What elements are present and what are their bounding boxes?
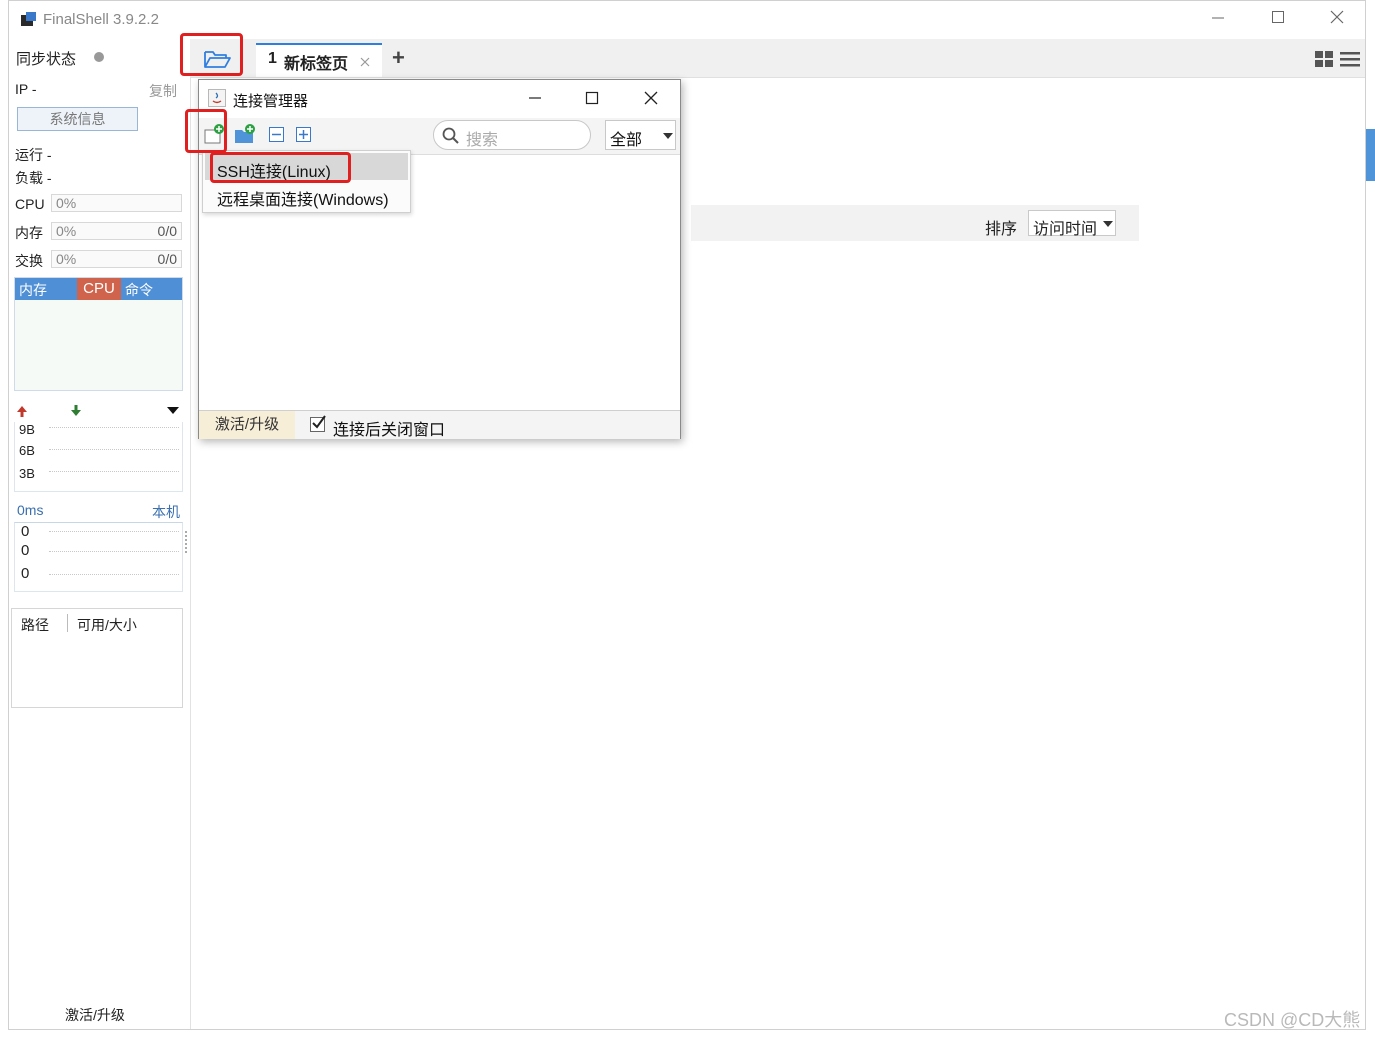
- network-chart: [14, 422, 183, 492]
- dialog-footer: 激活/升级 连接后关闭窗口: [199, 410, 680, 439]
- ip-label: IP -: [15, 81, 37, 97]
- tab-process-cpu[interactable]: CPU: [77, 278, 121, 300]
- network-tick-label: 6B: [19, 443, 35, 458]
- network-tick-label: 3B: [19, 466, 35, 481]
- app-logo-icon: [21, 12, 36, 26]
- java-app-icon: [208, 89, 226, 107]
- chevron-down-icon: [663, 133, 673, 139]
- ping-latency: 0ms: [17, 502, 44, 518]
- tab-process-memory[interactable]: 内存: [19, 280, 47, 300]
- gridline: [49, 449, 179, 450]
- network-interface-dropdown-icon[interactable]: [166, 405, 180, 415]
- sort-label: 排序: [985, 221, 1018, 238]
- upload-arrow-icon: [17, 406, 27, 417]
- tab-new-tab[interactable]: 1 新标签页: [256, 43, 382, 77]
- menu-icon[interactable]: [1340, 51, 1360, 67]
- disk-column-size[interactable]: 可用/大小: [77, 615, 137, 635]
- gridline: [49, 531, 179, 532]
- search-icon: [442, 127, 459, 144]
- disk-table: 路径 可用/大小: [11, 608, 183, 708]
- memory-meter-label: 内存: [15, 225, 43, 241]
- swap-meter-usage: 0/0: [157, 251, 177, 267]
- app-title: FinalShell 3.9.2.2: [43, 11, 159, 28]
- ping-chart: [14, 522, 183, 592]
- dialog-minimize-icon[interactable]: [528, 92, 542, 106]
- add-tab-button[interactable]: +: [392, 45, 405, 71]
- panel-resize-handle[interactable]: [185, 531, 189, 553]
- tab-bar: 1 新标签页 +: [190, 39, 1365, 78]
- ping-value: 0: [21, 565, 30, 582]
- new-folder-icon[interactable]: [233, 123, 257, 145]
- connection-manager-dialog: 连接管理器 搜索 全部 SSH连接(Linux) 远程桌面连接(Windows)…: [198, 79, 681, 439]
- column-divider: [67, 614, 68, 632]
- layout-grid-icon[interactable]: [1315, 51, 1333, 67]
- ping-host-link[interactable]: 本机: [152, 502, 180, 522]
- sync-status-label: 同步状态: [16, 51, 77, 68]
- dialog-activate-upgrade-button[interactable]: 激活/升级: [199, 411, 295, 439]
- memory-meter-usage: 0/0: [157, 223, 177, 239]
- gridline: [49, 551, 179, 552]
- gridline: [49, 471, 179, 472]
- sync-status-dot-icon: [94, 52, 104, 62]
- cpu-meter-label: CPU: [15, 196, 45, 212]
- swap-meter-label: 交换: [15, 253, 43, 269]
- memory-meter-percent: 0%: [56, 223, 77, 239]
- gridline: [49, 574, 179, 575]
- activate-upgrade-link[interactable]: 激活/升级: [65, 1005, 125, 1025]
- swap-meter: 0% 0/0: [51, 250, 182, 268]
- filter-select[interactable]: 全部: [605, 120, 676, 150]
- menu-item-label: 远程桌面连接(Windows): [217, 192, 389, 209]
- dialog-title: 连接管理器: [233, 93, 309, 110]
- filter-select-value: 全部: [610, 132, 643, 149]
- minimize-button[interactable]: [1205, 9, 1231, 31]
- close-button[interactable]: [1324, 9, 1350, 31]
- dialog-close-icon[interactable]: [644, 91, 658, 105]
- cpu-meter: 0%: [51, 194, 182, 212]
- load-label: 负载 -: [15, 170, 52, 186]
- sort-bar: 排序 访问时间: [691, 205, 1139, 241]
- memory-meter: 0% 0/0: [51, 222, 182, 240]
- process-list: 内存 CPU 命令: [14, 277, 183, 391]
- copy-ip-link[interactable]: 复制: [149, 81, 177, 101]
- system-info-button[interactable]: 系统信息: [17, 107, 138, 131]
- search-placeholder: 搜索: [466, 132, 499, 149]
- run-time-label: 运行 -: [15, 147, 52, 163]
- cpu-meter-percent: 0%: [56, 195, 77, 211]
- highlight-box: [180, 33, 243, 76]
- chevron-down-icon: [1103, 221, 1113, 227]
- network-tick-label: 9B: [19, 422, 35, 437]
- highlight-box: [185, 109, 227, 153]
- watermark: CSDN @CD大熊: [1224, 1010, 1361, 1030]
- ping-value: 0: [21, 542, 30, 559]
- minimize-icon: [1212, 17, 1224, 19]
- expand-all-icon[interactable]: [296, 127, 312, 143]
- search-input[interactable]: 搜索: [433, 120, 591, 150]
- tab-label: 新标签页: [284, 56, 349, 73]
- sort-select-value: 访问时间: [1033, 221, 1098, 238]
- maximize-button[interactable]: [1265, 9, 1291, 31]
- close-after-connect-checkbox[interactable]: [310, 415, 326, 432]
- left-status-panel: 同步状态 IP - 复制 系统信息 运行 - 负载 - CPU 0% 内存 0%…: [9, 39, 191, 1029]
- collapse-all-icon[interactable]: [269, 127, 285, 143]
- close-icon: [1330, 10, 1344, 24]
- maximize-icon: [1272, 11, 1284, 23]
- tab-process-command[interactable]: 命令: [125, 280, 153, 300]
- side-button-fragment: [1366, 129, 1375, 181]
- tab-index: 1: [268, 50, 277, 67]
- highlight-box: [210, 152, 351, 183]
- ping-value: 0: [21, 523, 30, 540]
- download-arrow-icon: [71, 405, 81, 416]
- checkmark-icon: [312, 415, 326, 429]
- tab-close-icon[interactable]: [360, 57, 370, 67]
- swap-meter-percent: 0%: [56, 251, 77, 267]
- disk-column-path[interactable]: 路径: [21, 615, 49, 635]
- dialog-maximize-icon[interactable]: [585, 91, 599, 105]
- sort-select[interactable]: 访问时间: [1028, 210, 1116, 238]
- menu-item-rdp-windows[interactable]: 远程桌面连接(Windows): [205, 181, 408, 209]
- gridline: [49, 427, 179, 428]
- close-after-connect-label: 连接后关闭窗口: [333, 422, 446, 439]
